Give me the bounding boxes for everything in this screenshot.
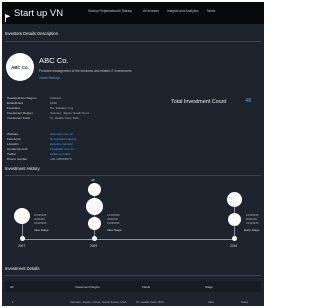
divider (5, 41, 261, 42)
event-year: 2009 (90, 244, 98, 248)
row-stage: Seed (241, 300, 249, 304)
field-value: Hu, Edward Y.ng (50, 106, 73, 110)
app-title: Start up VN (14, 7, 64, 19)
field-key: Investment Field (7, 116, 30, 120)
linkedin-link[interactable]: linkedin.com/abc (50, 142, 73, 146)
timeline-node[interactable] (232, 236, 237, 241)
tab-insights-analytics[interactable]: Insights and Analytics (167, 9, 199, 14)
event-bubble[interactable] (14, 208, 30, 224)
website-link[interactable]: www.abc.com.vn (50, 132, 73, 136)
timeline-node[interactable] (20, 236, 25, 241)
event-line: 12345345 (107, 221, 120, 225)
column-header[interactable]: Fields (142, 285, 150, 289)
details-section-title: Investors Details Description (5, 31, 59, 36)
event-bubble[interactable] (228, 213, 241, 226)
event-stage: Early Stage (244, 228, 260, 232)
field-key: Headquarters Region (7, 96, 37, 100)
timeline-axis (22, 239, 236, 240)
top-navbar: Start up VN Startup Registration All Sta… (2, 2, 264, 24)
divider (5, 175, 261, 176)
event-bubble[interactable] (227, 192, 242, 207)
logo-flag-icon (5, 9, 11, 22)
divider (5, 275, 261, 276)
tab-news[interactable]: News (207, 9, 215, 14)
event-line: 12345345 (246, 221, 259, 225)
event-stage: Idea Stage (34, 228, 49, 232)
phone-value: +84 125564578 (50, 157, 72, 161)
row-region: Vietnam, Japan, China, South Korea, USA (70, 300, 127, 304)
event-year: 2007 (18, 244, 26, 248)
field-key: Founders (7, 106, 21, 110)
column-header[interactable]: Alt (10, 285, 14, 289)
contact-key: Website (7, 132, 19, 136)
tab-all-startup[interactable]: All Startup (117, 9, 132, 14)
field-value: 2016 (50, 101, 57, 105)
contact-key: Twitter (7, 152, 17, 156)
event-bubble[interactable] (86, 198, 103, 215)
field-value: Vietnam (50, 96, 62, 100)
timeline-node[interactable] (92, 236, 97, 241)
field-key: Investment Region (7, 111, 33, 115)
app-window: Start up VN Startup Registration All Sta… (2, 2, 264, 306)
avatar-text: ABC Co. (11, 64, 29, 70)
event-bubble[interactable] (88, 183, 101, 196)
table-header: Alt Investment Region Fields Stage (5, 281, 261, 292)
contact-key: LinkedIn (7, 142, 19, 146)
event-bubble[interactable] (88, 217, 101, 230)
column-header[interactable]: Investment Region (75, 285, 100, 289)
event-stage: Idea Stage (107, 228, 122, 232)
history-section-title: Investment History (5, 166, 40, 171)
field-key: Established (7, 101, 23, 105)
row-stage: Idea (208, 300, 214, 304)
event-line: 12345345 (34, 221, 47, 225)
table-section-title: Investment Details (5, 266, 40, 271)
total-investment-value: 48 (245, 98, 252, 104)
field-value: IC, Health Care, B2C (50, 116, 80, 120)
facebook-link[interactable]: fb.com/abcompany (50, 137, 76, 141)
event-year: 2015 (230, 244, 238, 248)
email-link[interactable]: info@abc.com.vn (50, 147, 74, 151)
company-name: ABC Co. (39, 56, 69, 65)
company-tags-link[interactable]: Invest Startups (39, 76, 60, 80)
tab-all-investor[interactable]: All Investor (143, 9, 159, 14)
contact-key: Phone number (7, 157, 28, 161)
total-investment-label: Total Investment Count (171, 99, 227, 105)
tab-startup-registration[interactable]: Startup Registration (88, 9, 117, 14)
company-avatar: ABC Co. (6, 53, 34, 81)
row-fields: IC, Health Care, B2C (136, 300, 165, 304)
event-top-label: aB (91, 178, 95, 182)
row-number: 1 (12, 300, 14, 304)
contact-key: Contact E-mail (7, 147, 28, 151)
twitter-link[interactable]: twitter.com/abc (50, 152, 71, 156)
column-header[interactable]: Stage (205, 285, 213, 289)
field-value: Vietnam, Japan, South Kor.k (50, 111, 90, 115)
app-logo[interactable]: Start up VN (5, 6, 64, 22)
contact-key: Facebook (7, 137, 21, 141)
company-description: Provides management of the business and … (39, 69, 132, 73)
